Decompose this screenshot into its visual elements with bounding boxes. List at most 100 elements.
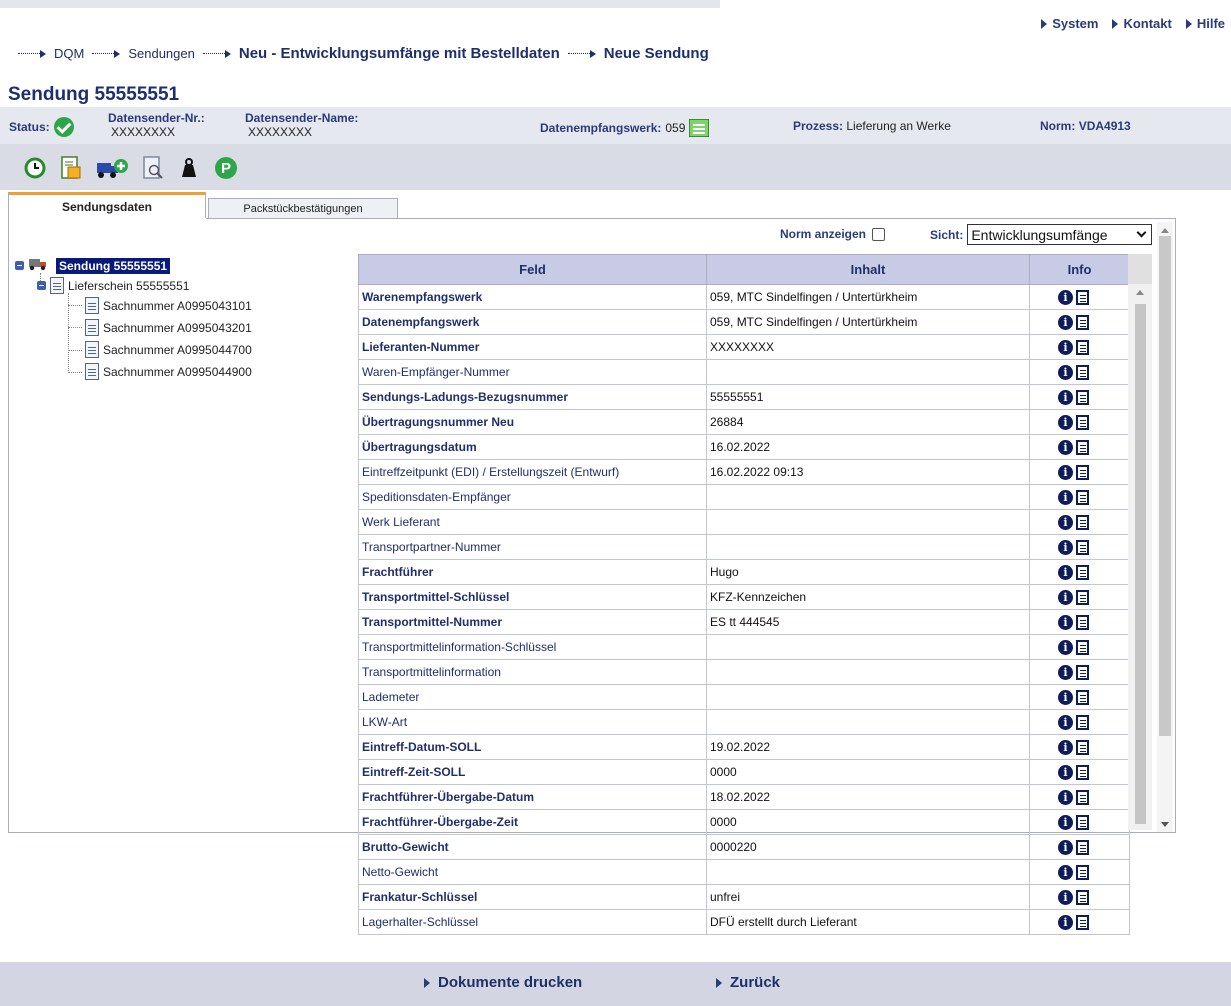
scroll-down-icon[interactable] [1161,822,1169,827]
info-icon[interactable]: i [1058,489,1073,505]
details-icon[interactable] [1076,689,1089,705]
details-icon[interactable] [1076,339,1089,355]
info-icon[interactable]: i [1058,564,1073,580]
tree-lieferschein[interactable]: Lieferschein 55555551 [37,277,189,294]
info-icon[interactable]: i [1058,639,1073,655]
tree-item[interactable]: Sachnummer A0995043101 [85,297,252,314]
info-icon[interactable]: i [1058,914,1073,930]
scrollbar-thumb[interactable] [1135,304,1146,824]
info-icon[interactable]: i [1058,314,1073,330]
nav-system[interactable]: System [1041,16,1098,31]
details-icon[interactable] [1076,464,1089,480]
dokumente-drucken-button[interactable]: Dokumente drucken [424,974,582,991]
details-icon[interactable] [1076,614,1089,630]
details-icon[interactable] [1076,439,1089,455]
details-icon[interactable] [1076,564,1089,580]
details-icon[interactable] [1076,814,1089,830]
scrollbar-thumb[interactable] [1159,236,1171,736]
tab-sendungsdaten[interactable]: Sendungsdaten [8,192,206,219]
details-icon[interactable] [1076,314,1089,330]
scroll-up-icon[interactable] [1136,290,1144,295]
breadcrumb-dqm[interactable]: DQM [54,46,84,61]
search-document-icon[interactable] [142,156,164,183]
info-icon[interactable]: i [1058,464,1073,480]
details-icon[interactable] [1076,914,1089,930]
sicht-selector: Sicht: Entwicklungsumfänge [930,224,1153,245]
info-icon[interactable]: i [1058,839,1073,855]
details-icon[interactable] [1076,589,1089,605]
info-icon[interactable]: i [1058,664,1073,680]
weight-icon[interactable] [178,157,200,182]
info-icon[interactable]: i [1058,689,1073,705]
data-table: Feld Inhalt Info Warenempfangswerk 059, M… [358,254,1130,935]
tree-item[interactable]: Sachnummer A0995044900 [85,363,252,380]
info-icon[interactable]: i [1058,589,1073,605]
info-icon[interactable]: i [1058,414,1073,430]
details-icon[interactable] [1076,639,1089,655]
cell-feld: Übertragungsnummer Neu [358,409,707,435]
details-icon[interactable] [1076,489,1089,505]
history-icon[interactable] [24,157,46,182]
info-icon[interactable]: i [1058,814,1073,830]
svg-text:P: P [221,160,231,177]
details-icon[interactable] [1076,739,1089,755]
zurueck-button[interactable]: Zurück [716,974,780,991]
info-icon[interactable]: i [1058,289,1073,305]
nav-hilfe[interactable]: Hilfe [1185,16,1225,31]
edit-icon[interactable] [689,119,710,137]
breadcrumb-sendungen[interactable]: Sendungen [128,46,195,61]
details-icon[interactable] [1076,864,1089,880]
breadcrumb-neu[interactable]: Neu - Entwicklungsumfänge mit Bestelldat… [239,45,560,62]
tree-root[interactable]: Sendung 55555551 [15,257,171,274]
details-icon[interactable] [1076,664,1089,680]
document-edit-icon[interactable] [60,156,82,183]
details-icon[interactable] [1076,364,1089,380]
nav-kontakt[interactable]: Kontakt [1112,16,1172,31]
cell-feld: Sendungs-Ladungs-Bezugsnummer [358,384,707,410]
cell-feld: Waren-Empfänger-Nummer [358,359,707,385]
details-icon[interactable] [1076,514,1089,530]
details-icon[interactable] [1076,289,1089,305]
info-icon[interactable]: i [1058,789,1073,805]
info-icon[interactable]: i [1058,889,1073,905]
cell-feld: Frachtführer-Übergabe-Zeit [358,809,707,835]
info-icon[interactable]: i [1058,739,1073,755]
info-icon[interactable]: i [1058,539,1073,555]
panel-scrollbar[interactable] [1157,222,1173,832]
details-icon[interactable] [1076,789,1089,805]
table-scrollbar[interactable] [1128,284,1152,830]
info-icon[interactable]: i [1058,864,1073,880]
truck-add-icon[interactable] [96,157,128,182]
details-icon[interactable] [1076,714,1089,730]
sicht-select[interactable]: Entwicklungsumfänge [967,224,1153,245]
cell-info: i [1029,384,1130,410]
details-icon[interactable] [1076,414,1089,430]
arrow-right-icon [92,49,121,59]
info-icon[interactable]: i [1058,364,1073,380]
info-icon[interactable]: i [1058,764,1073,780]
details-icon[interactable] [1076,889,1089,905]
details-icon[interactable] [1076,839,1089,855]
details-icon[interactable] [1076,389,1089,405]
tree-root-label[interactable]: Sendung 55555551 [56,257,171,274]
info-icon[interactable]: i [1058,339,1073,355]
norm-anzeigen-checkbox[interactable] [872,227,886,241]
info-icon[interactable]: i [1058,714,1073,730]
prozess-value: Lieferung an Werke [846,119,951,133]
collapse-icon[interactable] [37,281,46,290]
tab-packstueckbestaetigungen[interactable]: Packstückbestätigungen [208,198,398,218]
details-icon[interactable] [1076,764,1089,780]
info-icon[interactable]: i [1058,439,1073,455]
collapse-icon[interactable] [15,261,24,270]
info-icon[interactable]: i [1058,614,1073,630]
tree-item[interactable]: Sachnummer A0995044700 [85,341,252,358]
cell-inhalt: 18.02.2022 [706,784,1030,810]
info-icon[interactable]: i [1058,389,1073,405]
tree-lieferschein-label[interactable]: Lieferschein 55555551 [68,279,189,293]
info-icon[interactable]: i [1058,514,1073,530]
tree-item[interactable]: Sachnummer A0995043201 [85,319,252,336]
details-icon[interactable] [1076,539,1089,555]
scroll-up-icon[interactable] [1161,228,1169,233]
parking-icon[interactable]: P [214,156,238,183]
triangle-right-icon [1185,18,1192,29]
